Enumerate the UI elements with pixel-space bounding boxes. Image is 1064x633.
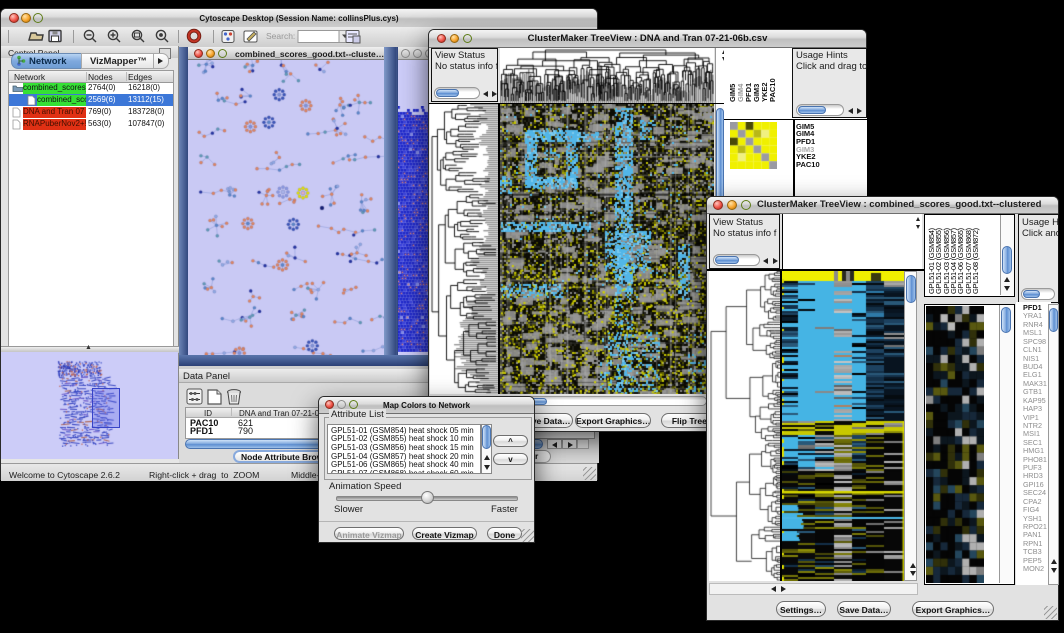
svg-text:Search:: Search: xyxy=(266,31,295,41)
